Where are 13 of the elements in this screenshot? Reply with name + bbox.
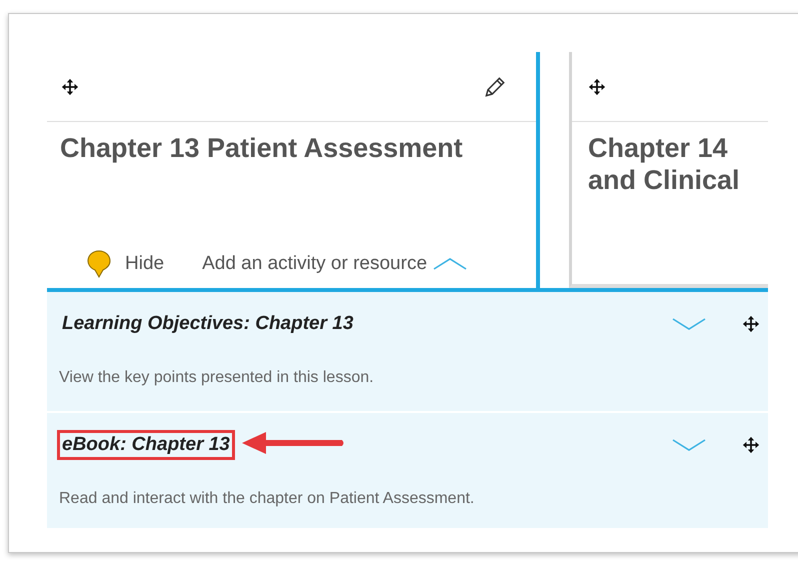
move-icon[interactable] xyxy=(742,436,760,454)
activity-title[interactable]: eBook: Chapter 13 xyxy=(57,430,235,460)
activity-description: Read and interact with the chapter on Patient Assessment. xyxy=(59,490,476,508)
add-activity-link[interactable]: Add an activity or resource xyxy=(202,253,428,275)
move-icon[interactable] xyxy=(742,315,760,333)
activity-description: View the key points presented in this lesson. xyxy=(59,369,375,387)
lesson-title: Chapter 14 and Clinical xyxy=(588,132,741,196)
move-icon[interactable] xyxy=(61,78,79,96)
lightbulb-icon xyxy=(87,250,111,278)
lesson-title: Chapter 13 Patient Assessment xyxy=(60,132,464,164)
move-icon[interactable] xyxy=(588,78,606,96)
activity-title[interactable]: Learning Objectives: Chapter 13 xyxy=(57,309,358,339)
hide-link[interactable]: Hide xyxy=(125,253,164,275)
